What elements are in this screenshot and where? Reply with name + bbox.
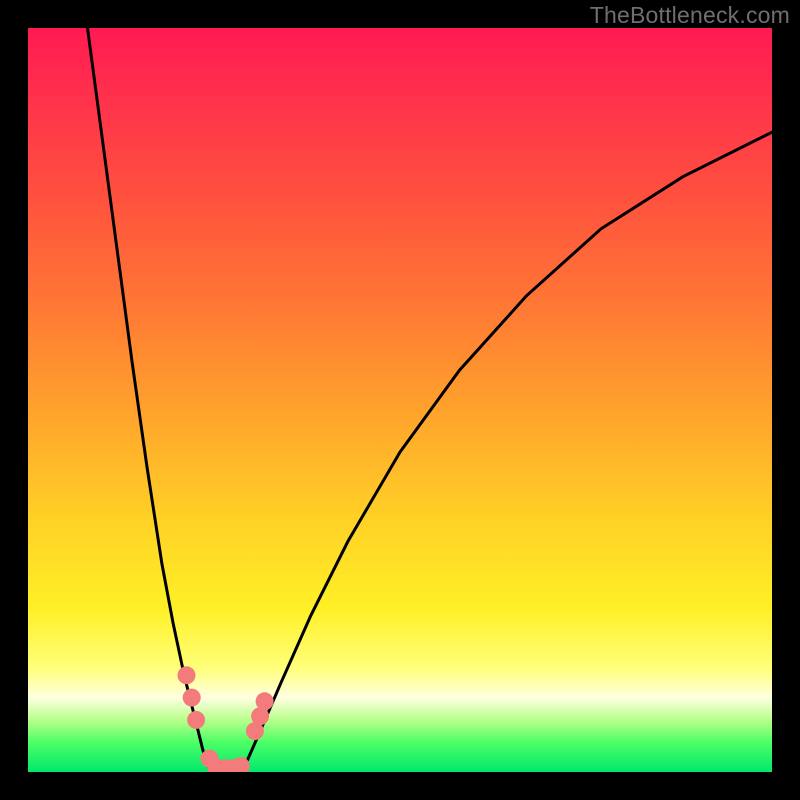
chart-frame: TheBottleneck.com [0, 0, 800, 800]
bottleneck-curve [88, 28, 773, 772]
plot-area [28, 28, 772, 772]
marker-dot [187, 711, 205, 729]
marker-dot [178, 666, 196, 684]
chart-svg [28, 28, 772, 772]
marker-points [178, 666, 274, 772]
marker-dot [183, 689, 201, 707]
marker-dot [256, 692, 274, 710]
curve-path [88, 28, 773, 772]
watermark-text: TheBottleneck.com [590, 2, 790, 29]
